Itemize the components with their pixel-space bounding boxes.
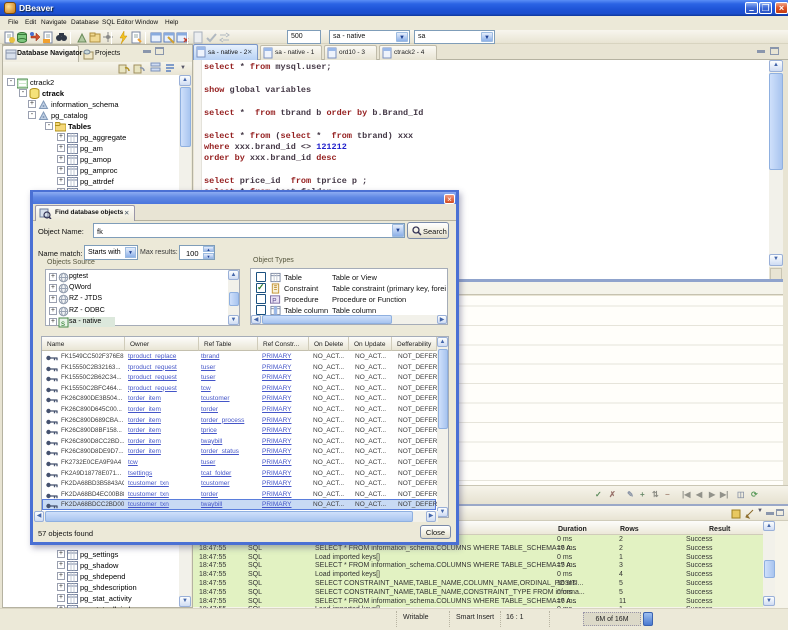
svg-text:P: P xyxy=(272,297,276,304)
svg-text:s: s xyxy=(61,319,65,328)
